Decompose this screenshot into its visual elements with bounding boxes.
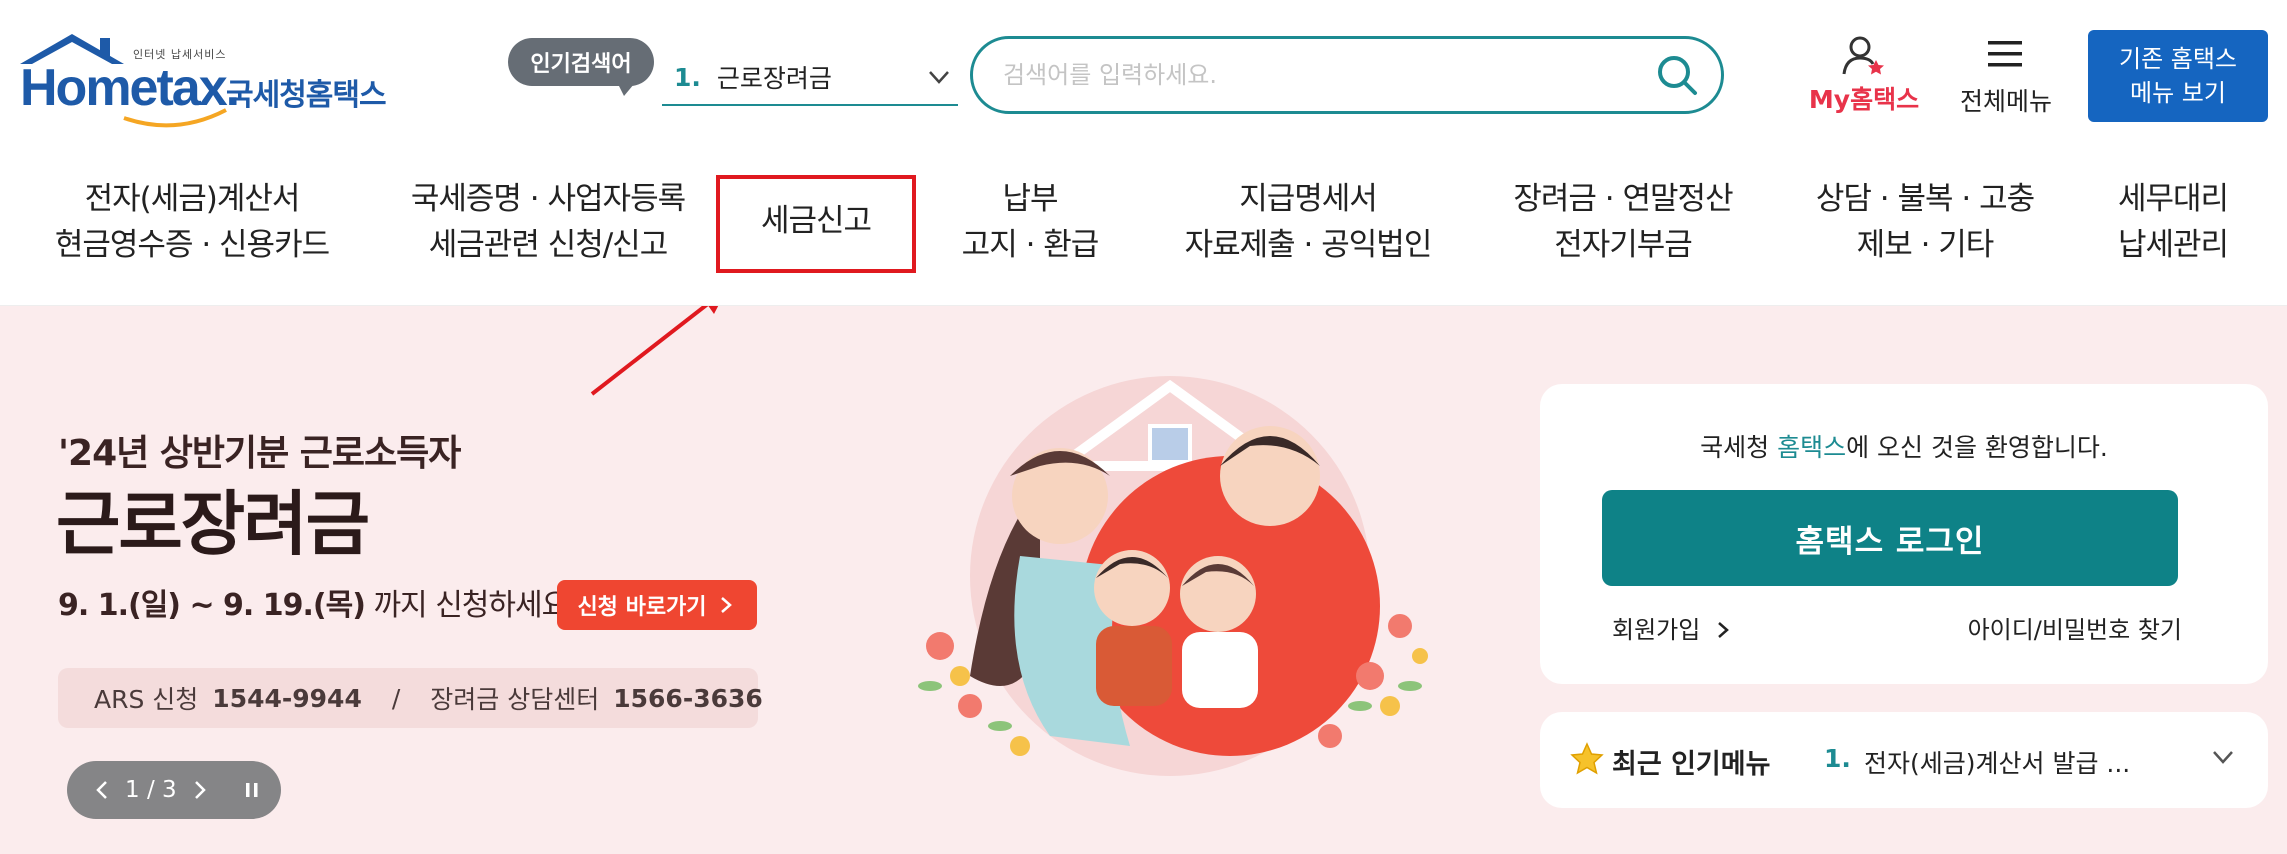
popular-menu-rank: 1. bbox=[1824, 744, 1851, 773]
logo-name: 국세청홈택스 bbox=[226, 78, 387, 113]
main-navigation: 전자(세금)계산서 현금영수증 · 신용카드 국세증명 · 사업자등록 세금관련… bbox=[0, 150, 2287, 306]
welcome-brand: 홈택스 bbox=[1777, 433, 1847, 462]
search-icon[interactable] bbox=[1653, 51, 1701, 99]
chevron-down-icon[interactable] bbox=[2210, 744, 2236, 770]
nav-payment-line-2: 고지 · 환급 bbox=[961, 227, 1100, 263]
classic-menu-line-2: 메뉴 보기 bbox=[2130, 79, 2226, 107]
nav-incentive-line-2: 전자기부금 bbox=[1554, 227, 1693, 263]
hometax-logo[interactable]: 인터넷 납세서비스 Hometax. 국세청홈택스 bbox=[16, 30, 396, 130]
nav-e-invoice-line-1: 전자(세금)계산서 bbox=[84, 181, 301, 217]
nav-certificate-line-1: 국세증명 · 사업자등록 bbox=[410, 181, 686, 217]
chevron-right-icon bbox=[1718, 622, 1729, 638]
find-id-password-link[interactable]: 아이디/비밀번호 찾기 bbox=[1968, 610, 2182, 645]
welcome-suffix: 에 오신 것을 환영합니다. bbox=[1846, 433, 2108, 462]
chevron-right-icon[interactable] bbox=[189, 778, 211, 802]
ars-label: ARS 신청 bbox=[94, 685, 199, 714]
nav-incentive-line-1: 장려금 · 연말정산 bbox=[1513, 181, 1733, 217]
ars-info-box: ARS 신청 1544-9944 / 장려금 상담센터 1566-3636 bbox=[58, 668, 763, 728]
classic-menu-button[interactable]: 기존 홈택스 메뉴 보기 bbox=[2088, 30, 2268, 122]
my-hometax-button[interactable]: My홈택스 bbox=[1804, 32, 1924, 122]
search-input[interactable] bbox=[1003, 55, 1623, 95]
center-number: 1566-3636 bbox=[613, 683, 763, 713]
nav-payment-line-1: 납부 bbox=[1002, 181, 1058, 217]
nav-tax-agent-line-2: 납세관리 bbox=[2117, 227, 2229, 263]
classic-menu-line-1: 기존 홈택스 bbox=[2118, 45, 2238, 73]
family-illustration bbox=[918, 376, 1428, 776]
nav-certificate-line-2: 세금관련 신청/신고 bbox=[428, 227, 668, 263]
slider-pager: 1 / 3 bbox=[125, 777, 177, 803]
center-label: 장려금 상담센터 bbox=[430, 685, 600, 714]
popular-menu-panel: 최근 인기메뉴 1. 전자(세금)계산서 발급 ... bbox=[1540, 712, 2268, 808]
banner-period-suffix: 까지 신청하세요! bbox=[364, 588, 580, 623]
welcome-message: 국세청 홈택스에 오신 것을 환영합니다. bbox=[1540, 428, 2268, 464]
signup-link[interactable]: 회원가입 bbox=[1612, 610, 1732, 645]
site-header: 인터넷 납세서비스 Hometax. 국세청홈택스 인기검색어 1. 근로장려금… bbox=[0, 0, 2287, 150]
nav-tax-agent[interactable]: 세무대리 납세관리 bbox=[2108, 176, 2238, 268]
nav-tax-agent-line-1: 세무대리 bbox=[2117, 181, 2229, 217]
ars-number: 1544-9944 bbox=[212, 683, 362, 713]
popular-keyword-dropdown[interactable]: 1. 근로장려금 bbox=[662, 50, 958, 106]
red-arrow-annotation bbox=[590, 306, 719, 396]
nav-payment-statement-line-1: 지급명세서 bbox=[1239, 181, 1378, 217]
chevron-left-icon[interactable] bbox=[91, 778, 113, 802]
pause-icon[interactable] bbox=[241, 778, 263, 802]
nav-consultation-line-1: 상담 · 불복 · 고충 bbox=[1815, 181, 2035, 217]
nav-e-invoice[interactable]: 전자(세금)계산서 현금영수증 · 신용카드 bbox=[52, 176, 332, 268]
welcome-prefix: 국세청 bbox=[1700, 433, 1778, 462]
search-bar bbox=[970, 36, 1724, 114]
tax-filing-highlight bbox=[716, 175, 916, 273]
popular-menu-item[interactable]: 전자(세금)계산서 발급 ... bbox=[1864, 744, 2130, 780]
hometax-login-button[interactable]: 홈택스 로그인 bbox=[1602, 490, 2178, 586]
popular-menu-title: 최근 인기메뉴 bbox=[1612, 749, 1771, 780]
user-icon bbox=[1842, 36, 1884, 75]
popular-keyword-rank: 1. bbox=[674, 62, 701, 92]
nav-e-invoice-line-2: 현금영수증 · 신용카드 bbox=[54, 227, 330, 263]
banner-period: 9. 1.(일) ~ 9. 19.(목) 까지 신청하세요! bbox=[58, 580, 580, 624]
full-menu-label: 전체메뉴 bbox=[1959, 87, 2052, 116]
signup-label: 회원가입 bbox=[1612, 616, 1701, 644]
nav-consultation-line-2: 제보 · 기타 bbox=[1856, 227, 1995, 263]
nav-payment[interactable]: 납부 고지 · 환급 bbox=[950, 176, 1110, 268]
popular-search-badge: 인기검색어 bbox=[508, 38, 654, 96]
full-menu-button[interactable]: 전체메뉴 bbox=[1950, 32, 2062, 122]
apply-shortcut-button[interactable]: 신청 바로가기 bbox=[557, 580, 757, 630]
my-hometax-label: My홈택스 bbox=[1808, 85, 1920, 114]
nav-incentive[interactable]: 장려금 · 연말정산 전자기부금 bbox=[1510, 176, 1736, 268]
hamburger-menu-icon bbox=[1988, 41, 2022, 67]
nav-certificate[interactable]: 국세증명 · 사업자등록 세금관련 신청/신고 bbox=[406, 176, 690, 268]
chevron-right-icon bbox=[720, 597, 732, 613]
banner-title: 근로장려금 bbox=[56, 483, 370, 565]
banner-period-dates: 9. 1.(일) ~ 9. 19.(목) bbox=[58, 588, 366, 623]
popular-keyword-text: 근로장려금 bbox=[716, 64, 832, 93]
star-icon bbox=[1570, 742, 1604, 775]
nav-payment-statement[interactable]: 지급명세서 자료제출 · 공익법인 bbox=[1176, 176, 1440, 268]
chevron-down-icon bbox=[929, 71, 949, 84]
banner-slider-control: 1 / 3 bbox=[67, 761, 281, 819]
main-banner-area: '24년 상반기분 근로소득자 근로장려금 9. 1.(일) ~ 9. 19.(… bbox=[0, 306, 2287, 854]
nav-consultation[interactable]: 상담 · 불복 · 고충 제보 · 기타 bbox=[1810, 176, 2040, 268]
nav-payment-statement-line-2: 자료제출 · 공익법인 bbox=[1184, 227, 1433, 263]
apply-shortcut-label: 신청 바로가기 bbox=[577, 595, 707, 620]
login-panel: 국세청 홈택스에 오신 것을 환영합니다. 홈택스 로그인 회원가입 아이디/비… bbox=[1540, 384, 2268, 684]
ars-separator: / bbox=[391, 683, 401, 713]
